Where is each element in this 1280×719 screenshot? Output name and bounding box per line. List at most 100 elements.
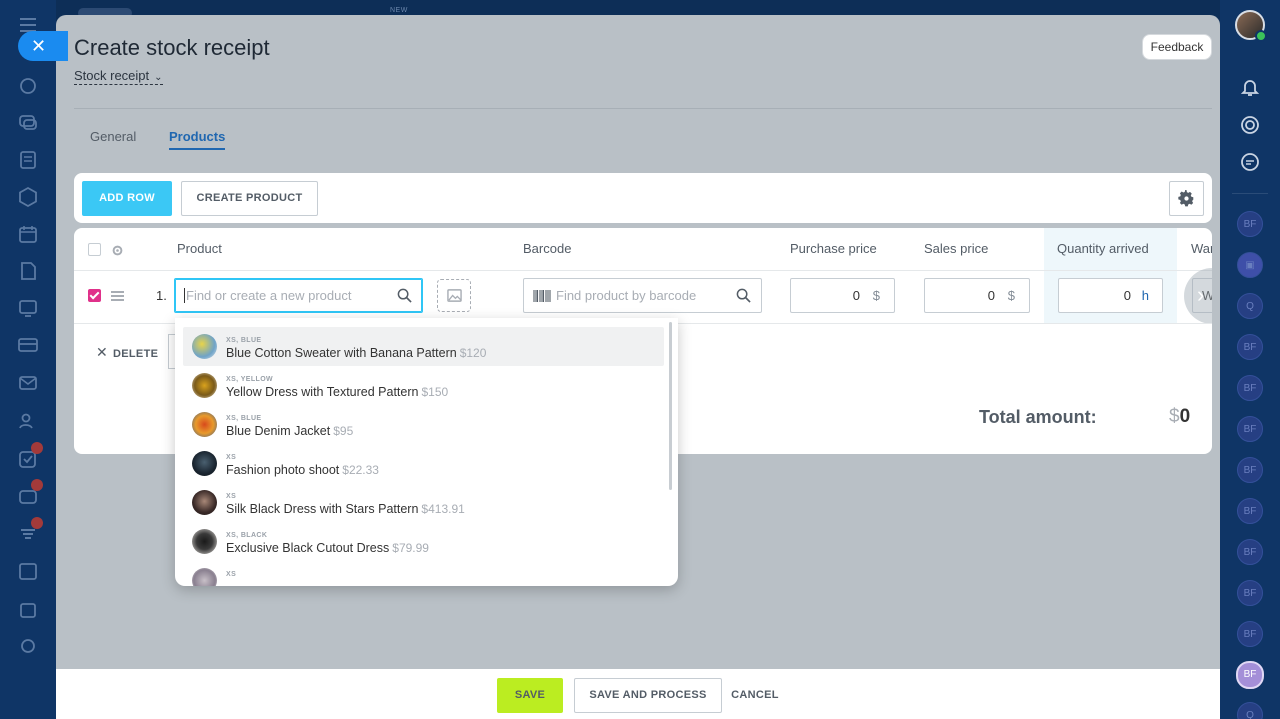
column-header-sales-price[interactable]: Sales price (924, 228, 988, 270)
product-attributes: XS (226, 571, 237, 578)
crm-icon[interactable] (17, 186, 39, 208)
search-icon[interactable] (736, 288, 751, 303)
quantity-unit-selector[interactable]: h (1142, 279, 1149, 312)
product-search-input[interactable]: Find or create a new product (174, 278, 423, 313)
recent-chat-avatar[interactable]: BF (1237, 580, 1263, 606)
recent-chat-avatar[interactable]: BF (1237, 539, 1263, 565)
scroll-right-button[interactable]: › (1184, 268, 1212, 324)
list-item[interactable]: XS, BLUE Blue Denim Jacket $95 (183, 405, 664, 444)
online-status-icon (1255, 30, 1267, 42)
product-name: Exclusive Black Cutout Dress $79.99 (226, 541, 429, 555)
product-thumbnail (192, 490, 217, 515)
list-item[interactable]: XS (183, 561, 664, 586)
barcode-placeholder: Find product by barcode (556, 288, 697, 303)
mail-icon[interactable] (17, 372, 39, 394)
user-avatar[interactable] (1235, 10, 1267, 42)
total-currency: $ (1169, 406, 1180, 427)
column-header-warehouse[interactable]: War (1191, 228, 1212, 270)
tasks-icon[interactable] (17, 149, 39, 171)
product-image-button[interactable] (437, 279, 471, 312)
divider (74, 108, 1212, 109)
tab-products[interactable]: Products (169, 129, 226, 150)
recent-chat-avatar[interactable]: BF (1237, 211, 1263, 237)
documents-icon[interactable] (17, 260, 39, 282)
chat-icon[interactable] (17, 112, 39, 134)
messenger-icon[interactable] (1239, 151, 1261, 173)
feed-icon[interactable] (17, 75, 39, 97)
product-search-placeholder: Find or create a new product (186, 288, 352, 303)
add-row-button[interactable]: ADD ROW (82, 181, 172, 216)
total-amount-label: Total amount: (979, 407, 1097, 427)
close-icon: ✕ (31, 36, 47, 56)
total-number: 0 (1179, 406, 1191, 427)
sales-price-currency: $ (1007, 288, 1015, 303)
column-header-barcode[interactable]: Barcode (523, 228, 571, 270)
recent-chat-avatar[interactable]: BF (1237, 498, 1263, 524)
column-header-product[interactable]: Product (177, 228, 222, 270)
list-item[interactable]: XS, BLACK Exclusive Black Cutout Dress $7… (183, 522, 664, 561)
store-icon[interactable] (17, 598, 39, 620)
reports-icon[interactable] (17, 560, 39, 582)
create-product-button[interactable]: CREATE PRODUCT (181, 181, 318, 216)
recent-chat-avatar[interactable]: ▣ (1237, 252, 1263, 278)
quantity-arrived-input[interactable]: 0 h (1058, 278, 1163, 313)
recent-chat-avatar[interactable]: BF (1237, 457, 1263, 483)
purchase-price-input[interactable]: 0 $ (790, 278, 895, 313)
column-header-quantity-arrived[interactable]: Quantity arrived (1057, 228, 1149, 270)
payments-icon[interactable] (17, 334, 39, 356)
product-name (226, 580, 229, 586)
notification-badge (31, 442, 43, 454)
sales-price-input[interactable]: 0 $ (924, 278, 1030, 313)
recent-chat-avatar[interactable]: BF (1237, 416, 1263, 442)
notification-badge (31, 517, 43, 529)
contact-card-icon: ▣ (1245, 260, 1255, 271)
cancel-button[interactable]: CANCEL (727, 678, 783, 713)
search-icon[interactable] (397, 288, 412, 303)
grid-settings-button[interactable] (1169, 181, 1204, 216)
dropdown-scrollbar[interactable] (669, 322, 672, 490)
recent-chat-avatar[interactable]: BF (1237, 334, 1263, 360)
delete-label: DELETE (113, 348, 159, 360)
footer-actions: SAVE SAVE AND PROCESS CANCEL (56, 669, 1220, 719)
recent-chat-avatar[interactable]: BF (1237, 375, 1263, 401)
close-slider-button[interactable]: ✕ (18, 31, 68, 61)
bell-icon[interactable] (1239, 76, 1261, 98)
divider (1232, 193, 1268, 194)
product-attributes: XS (226, 493, 237, 500)
barcode-search-input[interactable]: Find product by barcode (523, 278, 762, 313)
delete-button[interactable]: ✕ DELETE (96, 344, 158, 361)
sales-price-value: 0 (987, 288, 995, 303)
recent-chat-avatar-active[interactable]: BF (1236, 661, 1264, 689)
tab-general[interactable]: General (90, 129, 136, 144)
document-type-selector[interactable]: Stock receipt ⌄ (74, 68, 163, 85)
save-button[interactable]: SAVE (497, 678, 563, 713)
document-type-label: Stock receipt (74, 68, 150, 83)
recent-chat-avatar[interactable]: Q (1237, 702, 1263, 719)
column-settings-icon[interactable] (111, 229, 124, 271)
contacts-icon[interactable] (17, 410, 39, 432)
recent-chat-avatar[interactable]: Q (1237, 293, 1263, 319)
row-checkbox[interactable] (88, 289, 101, 302)
close-icon: ✕ (96, 344, 109, 360)
list-item[interactable]: XS, BLUE Blue Cotton Sweater with Banana… (183, 327, 664, 366)
left-sidebar (0, 0, 56, 719)
save-and-process-button[interactable]: SAVE AND PROCESS (574, 678, 722, 713)
feedback-button[interactable]: Feedback (1142, 34, 1212, 60)
list-item[interactable]: XS Fashion photo shoot $22.33 (183, 444, 664, 483)
product-name: Yellow Dress with Textured Pattern $150 (226, 385, 449, 399)
recent-chat-avatar[interactable]: BF (1237, 621, 1263, 647)
approvals-icon[interactable] (17, 442, 43, 470)
select-all-checkbox[interactable] (88, 243, 101, 256)
activity-stream-icon[interactable] (1239, 114, 1261, 136)
sites-icon[interactable] (17, 297, 39, 319)
list-item[interactable]: XS, YELLOW Yellow Dress with Textured Pa… (183, 366, 664, 405)
chevron-right-icon: › (1197, 282, 1205, 307)
calendar-icon[interactable] (17, 223, 39, 245)
column-header-purchase-price[interactable]: Purchase price (790, 228, 877, 270)
product-thumbnail (192, 373, 217, 398)
inventory-icon[interactable] (17, 517, 43, 545)
settings-icon[interactable] (17, 635, 39, 657)
list-item[interactable]: XS Silk Black Dress with Stars Pattern $4… (183, 483, 664, 522)
workgroups-icon[interactable] (17, 479, 43, 507)
drag-handle-icon[interactable] (111, 291, 124, 301)
